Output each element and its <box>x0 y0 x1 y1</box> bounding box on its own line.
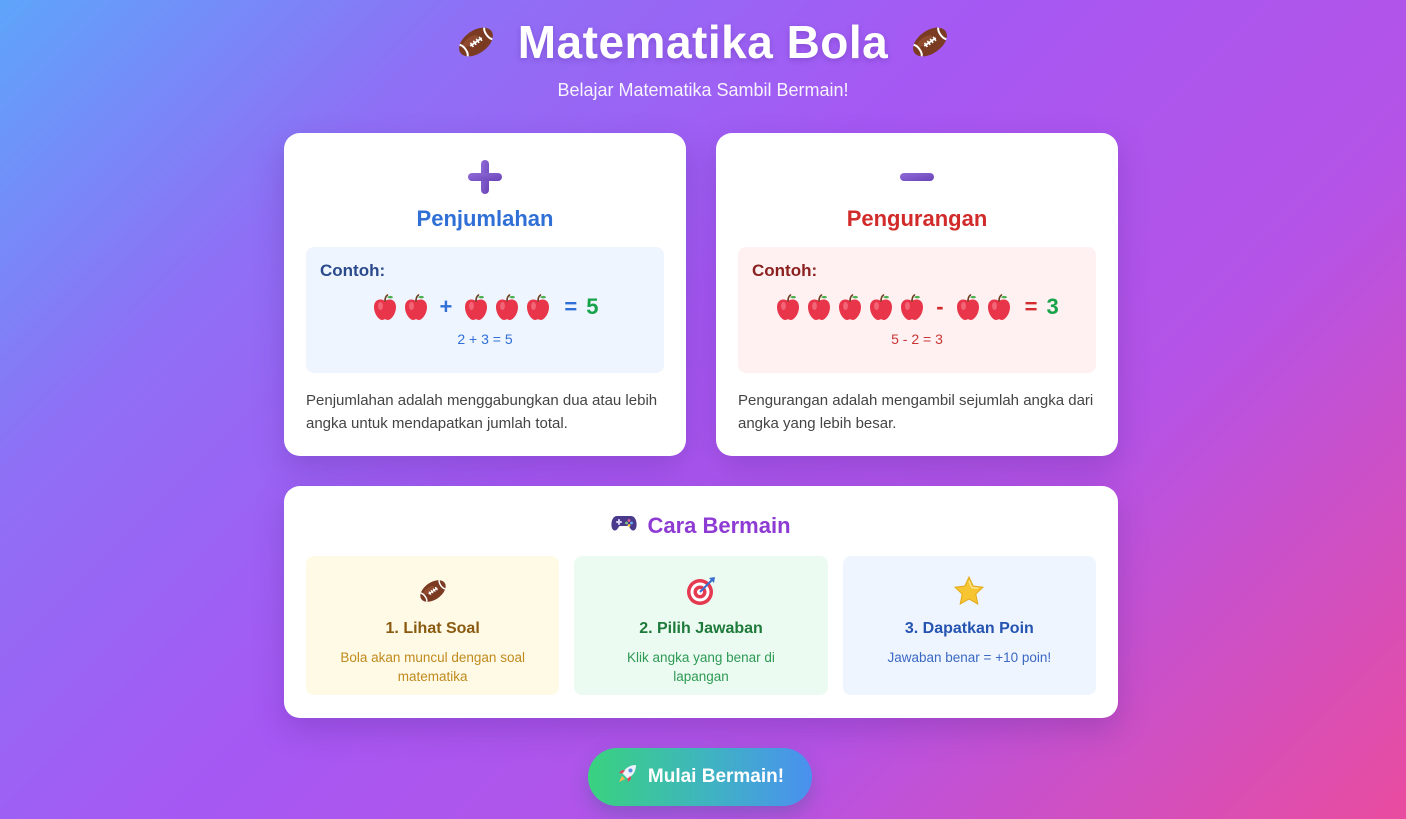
equals-sign: = <box>564 294 578 319</box>
subtraction-formula: 5 - 2 = 3 <box>891 331 943 347</box>
equals-sign: = <box>1024 294 1038 319</box>
target-icon <box>574 574 827 608</box>
football-icon <box>306 574 559 608</box>
apple-icon <box>372 293 398 321</box>
step-item: 2. Pilih Jawaban Klik angka yang benar d… <box>574 556 828 695</box>
page-title: Matematika Bola <box>517 16 889 68</box>
apple-icon <box>837 293 863 321</box>
page-subtitle: Belajar Matematika Sambil Bermain! <box>557 80 849 100</box>
apple-icon <box>403 293 429 321</box>
plus-icon <box>306 155 664 199</box>
step-description: Bola akan muncul dengan soal matematika <box>340 650 525 684</box>
football-icon <box>906 20 954 64</box>
start-game-button[interactable]: Mulai Bermain! <box>588 748 812 806</box>
addition-formula: 2 + 3 = 5 <box>457 331 513 347</box>
apple-icon <box>899 293 925 321</box>
step-item: 3. Dapatkan Poin Jawaban benar = +10 poi… <box>842 556 1096 695</box>
subtraction-description: Pengurangan adalah mengambil sejumlah an… <box>738 392 1094 432</box>
header: Matematika Bola Belajar Matematika Sambi… <box>0 0 1406 101</box>
apple-icon <box>868 293 894 321</box>
step-title: 3. Dapatkan Poin <box>904 620 1034 637</box>
apple-icon <box>775 293 801 321</box>
minus-icon <box>738 155 1096 199</box>
addition-description: Penjumlahan adalah menggabungkan dua ata… <box>306 392 658 432</box>
star-icon <box>843 574 1096 608</box>
how-to-play-title: Cara Bermain <box>647 513 791 538</box>
example-label: Contoh: <box>320 261 386 280</box>
subtraction-title: Pengurangan <box>846 206 988 231</box>
step-item: 1. Lihat Soal Bola akan muncul dengan so… <box>306 556 560 695</box>
subtraction-result: 3 <box>1046 294 1059 319</box>
apple-icon <box>986 293 1012 321</box>
apple-icon <box>463 293 489 321</box>
how-to-play-title-row: Cara Bermain <box>306 512 1096 540</box>
page-title-row: Matematika Bola <box>0 14 1406 70</box>
step-title: 1. Lihat Soal <box>385 620 480 637</box>
example-label: Contoh: <box>752 261 818 280</box>
step-title: 2. Pilih Jawaban <box>639 620 763 637</box>
apple-icon <box>955 293 981 321</box>
addition-card: Penjumlahan Contoh: + = 5 2 + 3 = 5 Penj… <box>284 133 686 456</box>
step-description: Klik angka yang benar di lapangan <box>627 650 775 684</box>
step-description: Jawaban benar = +10 poin! <box>887 650 1052 665</box>
football-icon <box>452 20 500 64</box>
minus-operator: - <box>936 294 944 319</box>
subtraction-equation: - = 3 <box>752 291 1082 323</box>
operation-cards: Penjumlahan Contoh: + = 5 2 + 3 = 5 Penj… <box>284 133 1118 456</box>
subtraction-card: Pengurangan Contoh: - = 3 5 - 2 = 3 Peng… <box>716 133 1118 456</box>
plus-operator: + <box>439 294 453 319</box>
addition-equation: + = 5 <box>320 291 650 323</box>
gamepad-icon <box>611 512 638 540</box>
apple-icon <box>494 293 520 321</box>
steps-list: 1. Lihat Soal Bola akan muncul dengan so… <box>306 556 1096 695</box>
addition-example: Contoh: + = 5 2 + 3 = 5 <box>306 247 664 373</box>
subtraction-example: Contoh: - = 3 5 - 2 = 3 <box>738 247 1096 373</box>
apple-icon <box>806 293 832 321</box>
apple-icon <box>525 293 551 321</box>
how-to-play-panel: Cara Bermain 1. Lihat Soal Bola akan mun… <box>284 486 1118 718</box>
addition-title: Penjumlahan <box>416 206 554 231</box>
addition-result: 5 <box>586 294 599 319</box>
rocket-icon <box>616 763 638 791</box>
start-game-label: Mulai Bermain! <box>647 766 785 787</box>
